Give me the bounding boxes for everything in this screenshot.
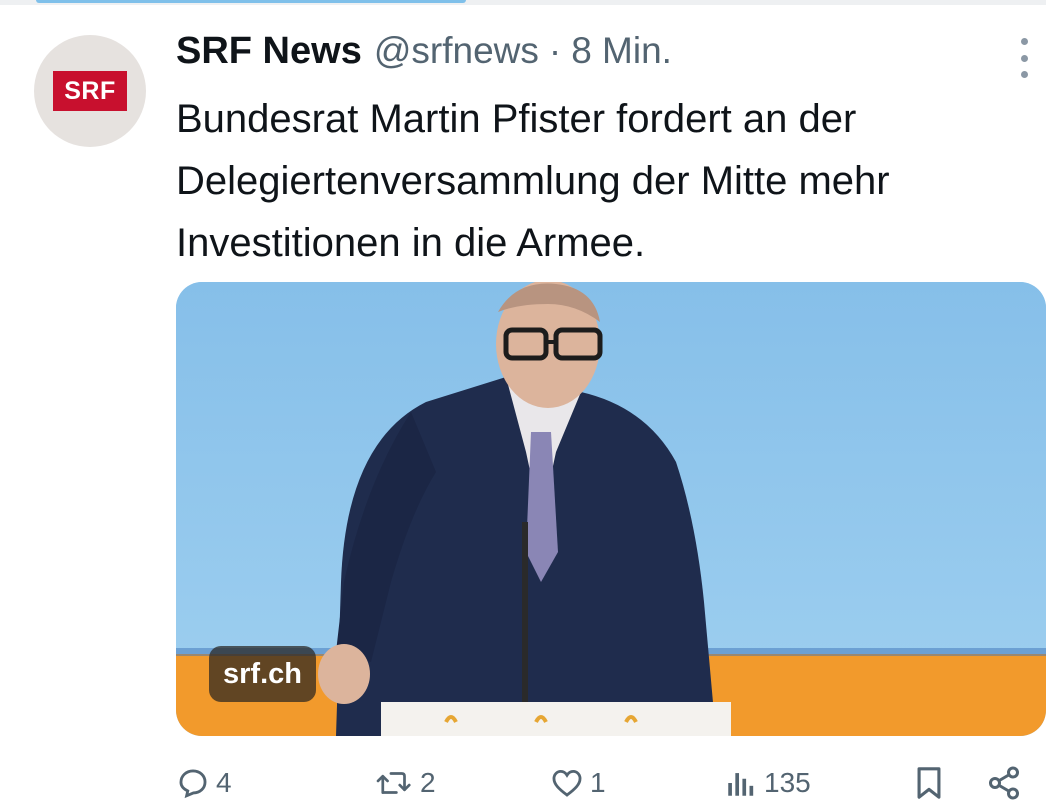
views-button[interactable]: 135 xyxy=(724,760,811,806)
author-name[interactable]: SRF News xyxy=(176,30,362,73)
tweet-media[interactable]: srf.ch xyxy=(176,282,1046,736)
more-dot xyxy=(1020,71,1028,78)
tweet-header: SRF News @srfnews · 8 Min. xyxy=(176,30,672,80)
top-divider xyxy=(0,0,1046,5)
repost-count: 2 xyxy=(420,767,436,798)
avatar[interactable]: SRF xyxy=(34,35,146,147)
media-source-label[interactable]: srf.ch xyxy=(209,646,316,702)
separator-dot: · xyxy=(548,30,562,71)
view-count: 135 xyxy=(764,767,811,798)
more-dot xyxy=(1020,38,1028,45)
top-accent-bar xyxy=(36,0,466,3)
more-options-icon[interactable] xyxy=(1014,38,1034,78)
heart-icon xyxy=(552,769,582,797)
reply-button[interactable]: 4 xyxy=(176,760,232,806)
share-button[interactable] xyxy=(986,760,1022,806)
tweet-time[interactable]: 8 Min. xyxy=(571,30,672,72)
like-button[interactable]: 1 xyxy=(550,760,606,806)
srf-logo: SRF xyxy=(53,71,127,111)
tweet-text: Bundesrat Martin Pfister fordert an der … xyxy=(176,97,890,265)
like-count: 1 xyxy=(590,767,606,798)
views-chart-icon xyxy=(728,773,754,796)
bookmark-icon xyxy=(917,767,941,799)
share-icon xyxy=(989,766,1019,800)
repost-icon xyxy=(376,772,411,794)
reply-count: 4 xyxy=(216,767,232,798)
more-dot xyxy=(1020,54,1028,62)
bookmark-button[interactable] xyxy=(912,760,946,806)
repost-button[interactable]: 2 xyxy=(376,760,436,806)
author-handle[interactable]: @srfnews xyxy=(374,30,539,72)
reply-icon xyxy=(179,769,207,799)
tweet-actions: 4 2 1 135 xyxy=(176,760,1046,806)
